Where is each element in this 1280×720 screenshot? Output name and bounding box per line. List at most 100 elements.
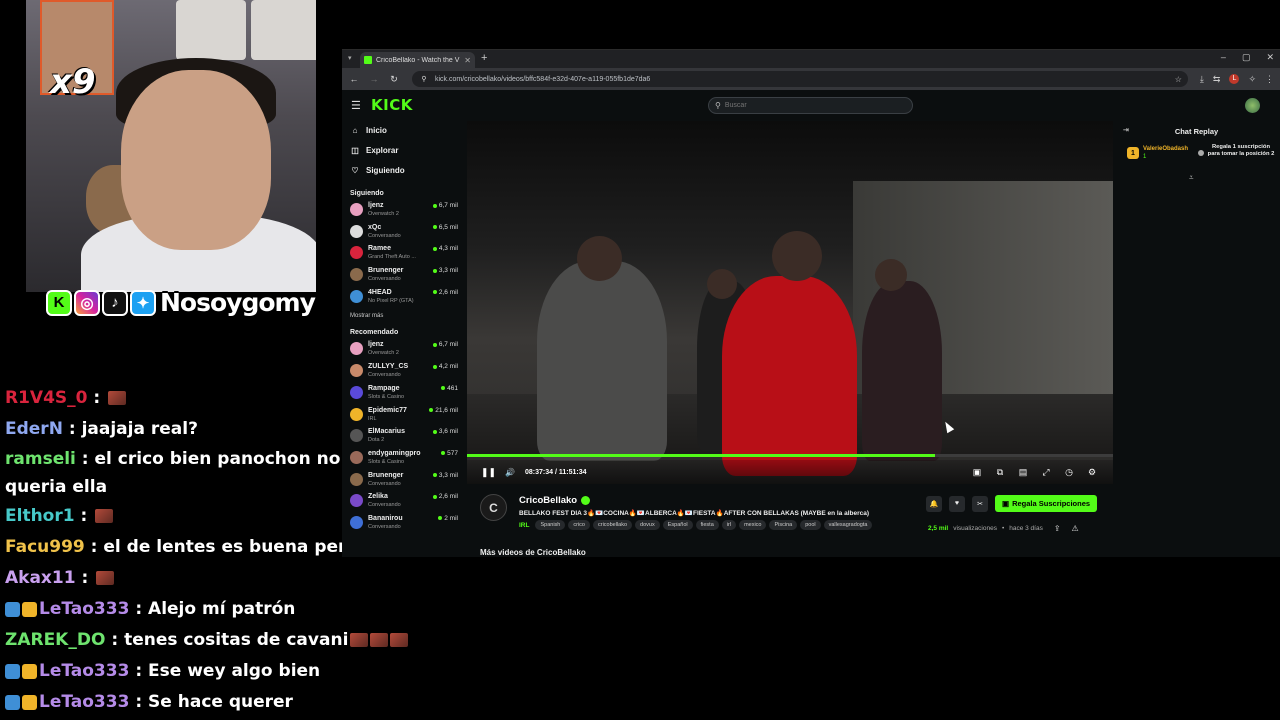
close-window-button[interactable]: ✕ [1266, 52, 1274, 63]
channel-item[interactable]: Brunenger Conversando 3,3 mil [342, 266, 464, 288]
channel-info: Epidemic77 IRL [368, 406, 407, 423]
fullscreen-icon[interactable]: ⤢ [1039, 467, 1053, 478]
channel-item[interactable]: 4HEAD No Pixel RP (GTA) 2,6 mil [342, 288, 464, 310]
channel-info: ljenz Overwatch 2 [368, 340, 399, 357]
speed-icon[interactable]: ◷ [1062, 467, 1076, 478]
channel-category: Slots & Casino [368, 458, 405, 465]
tag-chip[interactable]: mexico [739, 520, 767, 530]
channel-item[interactable]: ZULLYY_CS Conversando 4,2 mil [342, 362, 464, 384]
channel-item[interactable]: Zelika Conversando 2,6 mil [342, 492, 464, 514]
tag-chip[interactable]: crico [568, 520, 590, 530]
channel-item[interactable]: endygamingpro Slots & Casino 577 [342, 449, 464, 471]
tab-search-icon[interactable]: ▾ [348, 54, 352, 62]
viewer-count-text: 3,6 mil [438, 428, 458, 436]
extension-icon[interactable]: L [1229, 73, 1240, 84]
site-info-icon[interactable]: ⚲ [418, 75, 430, 83]
settings-gear-icon[interactable]: ⚙ [1085, 467, 1099, 478]
volume-icon[interactable]: 🔊 [503, 468, 517, 477]
viewer-count: 2 mil [438, 515, 458, 522]
emote-icon [95, 509, 114, 523]
reload-icon[interactable]: ↻ [388, 74, 400, 85]
channel-name[interactable]: CricoBellako [519, 495, 577, 506]
menu-dots-icon[interactable]: ⋮ [1265, 74, 1274, 85]
hamburger-menu-icon[interactable]: ☰ [351, 99, 361, 112]
live-dot-icon [432, 246, 437, 251]
minimize-button[interactable]: – [1221, 52, 1226, 63]
tag-chip[interactable]: vallesagradogta [823, 520, 873, 530]
kick-page: ☰ KICK ⚲ ⌂ Inicio ◫ Explorar [342, 90, 1280, 557]
live-dot-icon [438, 516, 443, 521]
sidebar-item-inicio[interactable]: ⌂ Inicio [350, 120, 464, 140]
search-input[interactable] [724, 102, 895, 109]
share-icon[interactable]: ⇪ [1054, 524, 1061, 533]
scene-head [707, 269, 737, 299]
maximize-button[interactable]: ▢ [1242, 52, 1251, 63]
tag-chip[interactable]: cricobellako [593, 520, 633, 530]
kick-logo[interactable]: KICK [371, 96, 413, 114]
download-icon[interactable]: ⤓ [1200, 74, 1204, 85]
channel-item[interactable]: ljenz Overwatch 2 6,7 mil [342, 340, 464, 362]
report-icon[interactable]: ⚠ [1072, 524, 1079, 533]
scene-person [722, 276, 857, 476]
more-videos-heading: Más videos de CricoBellako [480, 548, 586, 557]
clip-icon[interactable]: ⧉ [993, 467, 1007, 478]
filter-icon[interactable]: ⩡ [1189, 173, 1194, 183]
browser-tab[interactable]: CricoBellako - Watch the V ✕ [360, 52, 475, 68]
forward-icon[interactable]: → [368, 74, 380, 84]
pinned-username[interactable]: ValerieObadash [1143, 146, 1188, 152]
tag-chip[interactable]: fiesta [695, 520, 719, 530]
channel-info: ZULLYY_CS Conversando [368, 362, 408, 379]
live-dot-icon [432, 290, 437, 295]
sidebar-item-explorar[interactable]: ◫ Explorar [350, 140, 464, 160]
clip-scissors-icon[interactable]: ✂ [972, 495, 988, 512]
video-frame [467, 121, 1113, 484]
extensions-puzzle-icon[interactable]: ✧ [1248, 74, 1256, 85]
channel-item[interactable]: Ramee Grand Theft Auto ... 4,3 mil [342, 244, 464, 266]
seek-bar[interactable] [467, 454, 1113, 457]
overlay-chat-line: LeTao333 : Ese wey algo bien [5, 656, 425, 687]
channel-item[interactable]: ElMacarius Dota 2 3,6 mil [342, 427, 464, 449]
miniplayer-icon[interactable]: ▣ [970, 467, 984, 478]
live-dot-icon [441, 451, 446, 456]
pinned-count: 1 [1143, 154, 1147, 160]
user-avatar[interactable] [1245, 98, 1260, 113]
collapse-chat-icon[interactable]: ⇥ [1123, 126, 1129, 134]
tag-chip[interactable]: irl [721, 520, 737, 530]
channel-item[interactable]: Epidemic77 IRL 21,6 mil [342, 406, 464, 428]
sidebar-item-siguiendo[interactable]: ♡ Siguiendo [350, 160, 464, 180]
bookmark-star-icon[interactable]: ☆ [1175, 75, 1182, 84]
channel-item[interactable]: xQc Conversando 6,5 mil [342, 223, 464, 245]
home-icon: ⌂ [352, 125, 358, 135]
cube-badge-icon [5, 663, 20, 679]
tag-chip[interactable]: pool [800, 520, 821, 530]
channel-category: Conversando [368, 502, 401, 509]
show-more-link[interactable]: Mostrar más [342, 313, 464, 319]
notification-bell-icon[interactable]: 🔔 [926, 495, 942, 512]
channel-name: ZULLYY_CS [368, 363, 409, 371]
new-tab-button[interactable]: + [481, 52, 487, 64]
address-bar[interactable]: ⚲ kick.com/cricobellako/videos/bffc584f-… [412, 71, 1188, 87]
tag-chip[interactable]: Piscina [769, 520, 798, 530]
chat-username: LeTao333 [39, 661, 130, 681]
back-icon[interactable]: ← [348, 74, 360, 84]
follow-heart-icon[interactable]: ♥ [949, 495, 965, 512]
tag-chip[interactable]: Español [662, 520, 693, 530]
channel-item[interactable]: Brunenger Conversando 3,3 mil [342, 471, 464, 493]
channel-item[interactable]: ljenz Overwatch 2 6,7 mil [342, 201, 464, 223]
pause-button[interactable]: ❚❚ [481, 467, 496, 478]
chat-message: Se hace querer [148, 692, 293, 712]
channel-item[interactable]: Bananirou Conversando 2 mil [342, 514, 464, 536]
live-dot-icon [432, 225, 437, 230]
tab-close-icon[interactable]: ✕ [464, 56, 471, 65]
theater-mode-icon[interactable]: ▤ [1016, 467, 1030, 478]
translate-icon[interactable]: ⇆ [1213, 74, 1221, 85]
channel-avatar[interactable]: C [480, 494, 507, 521]
category-link[interactable]: IRL [519, 522, 529, 529]
gift-subs-button[interactable]: ▣ Regala Suscripciones [995, 495, 1098, 512]
search-box[interactable]: ⚲ [708, 97, 913, 114]
channel-item[interactable]: Rampage Slots & Casino 461 [342, 384, 464, 406]
tag-chip[interactable]: dovux [635, 520, 660, 530]
chat-title: Chat Replay [1174, 126, 1219, 136]
video-player[interactable]: ❚❚ 🔊 08:37:34 / 11:51:34 ▣ ⧉ ▤ ⤢ ◷ ⚙ [467, 121, 1113, 484]
tag-chip[interactable]: Spanish [535, 520, 566, 530]
